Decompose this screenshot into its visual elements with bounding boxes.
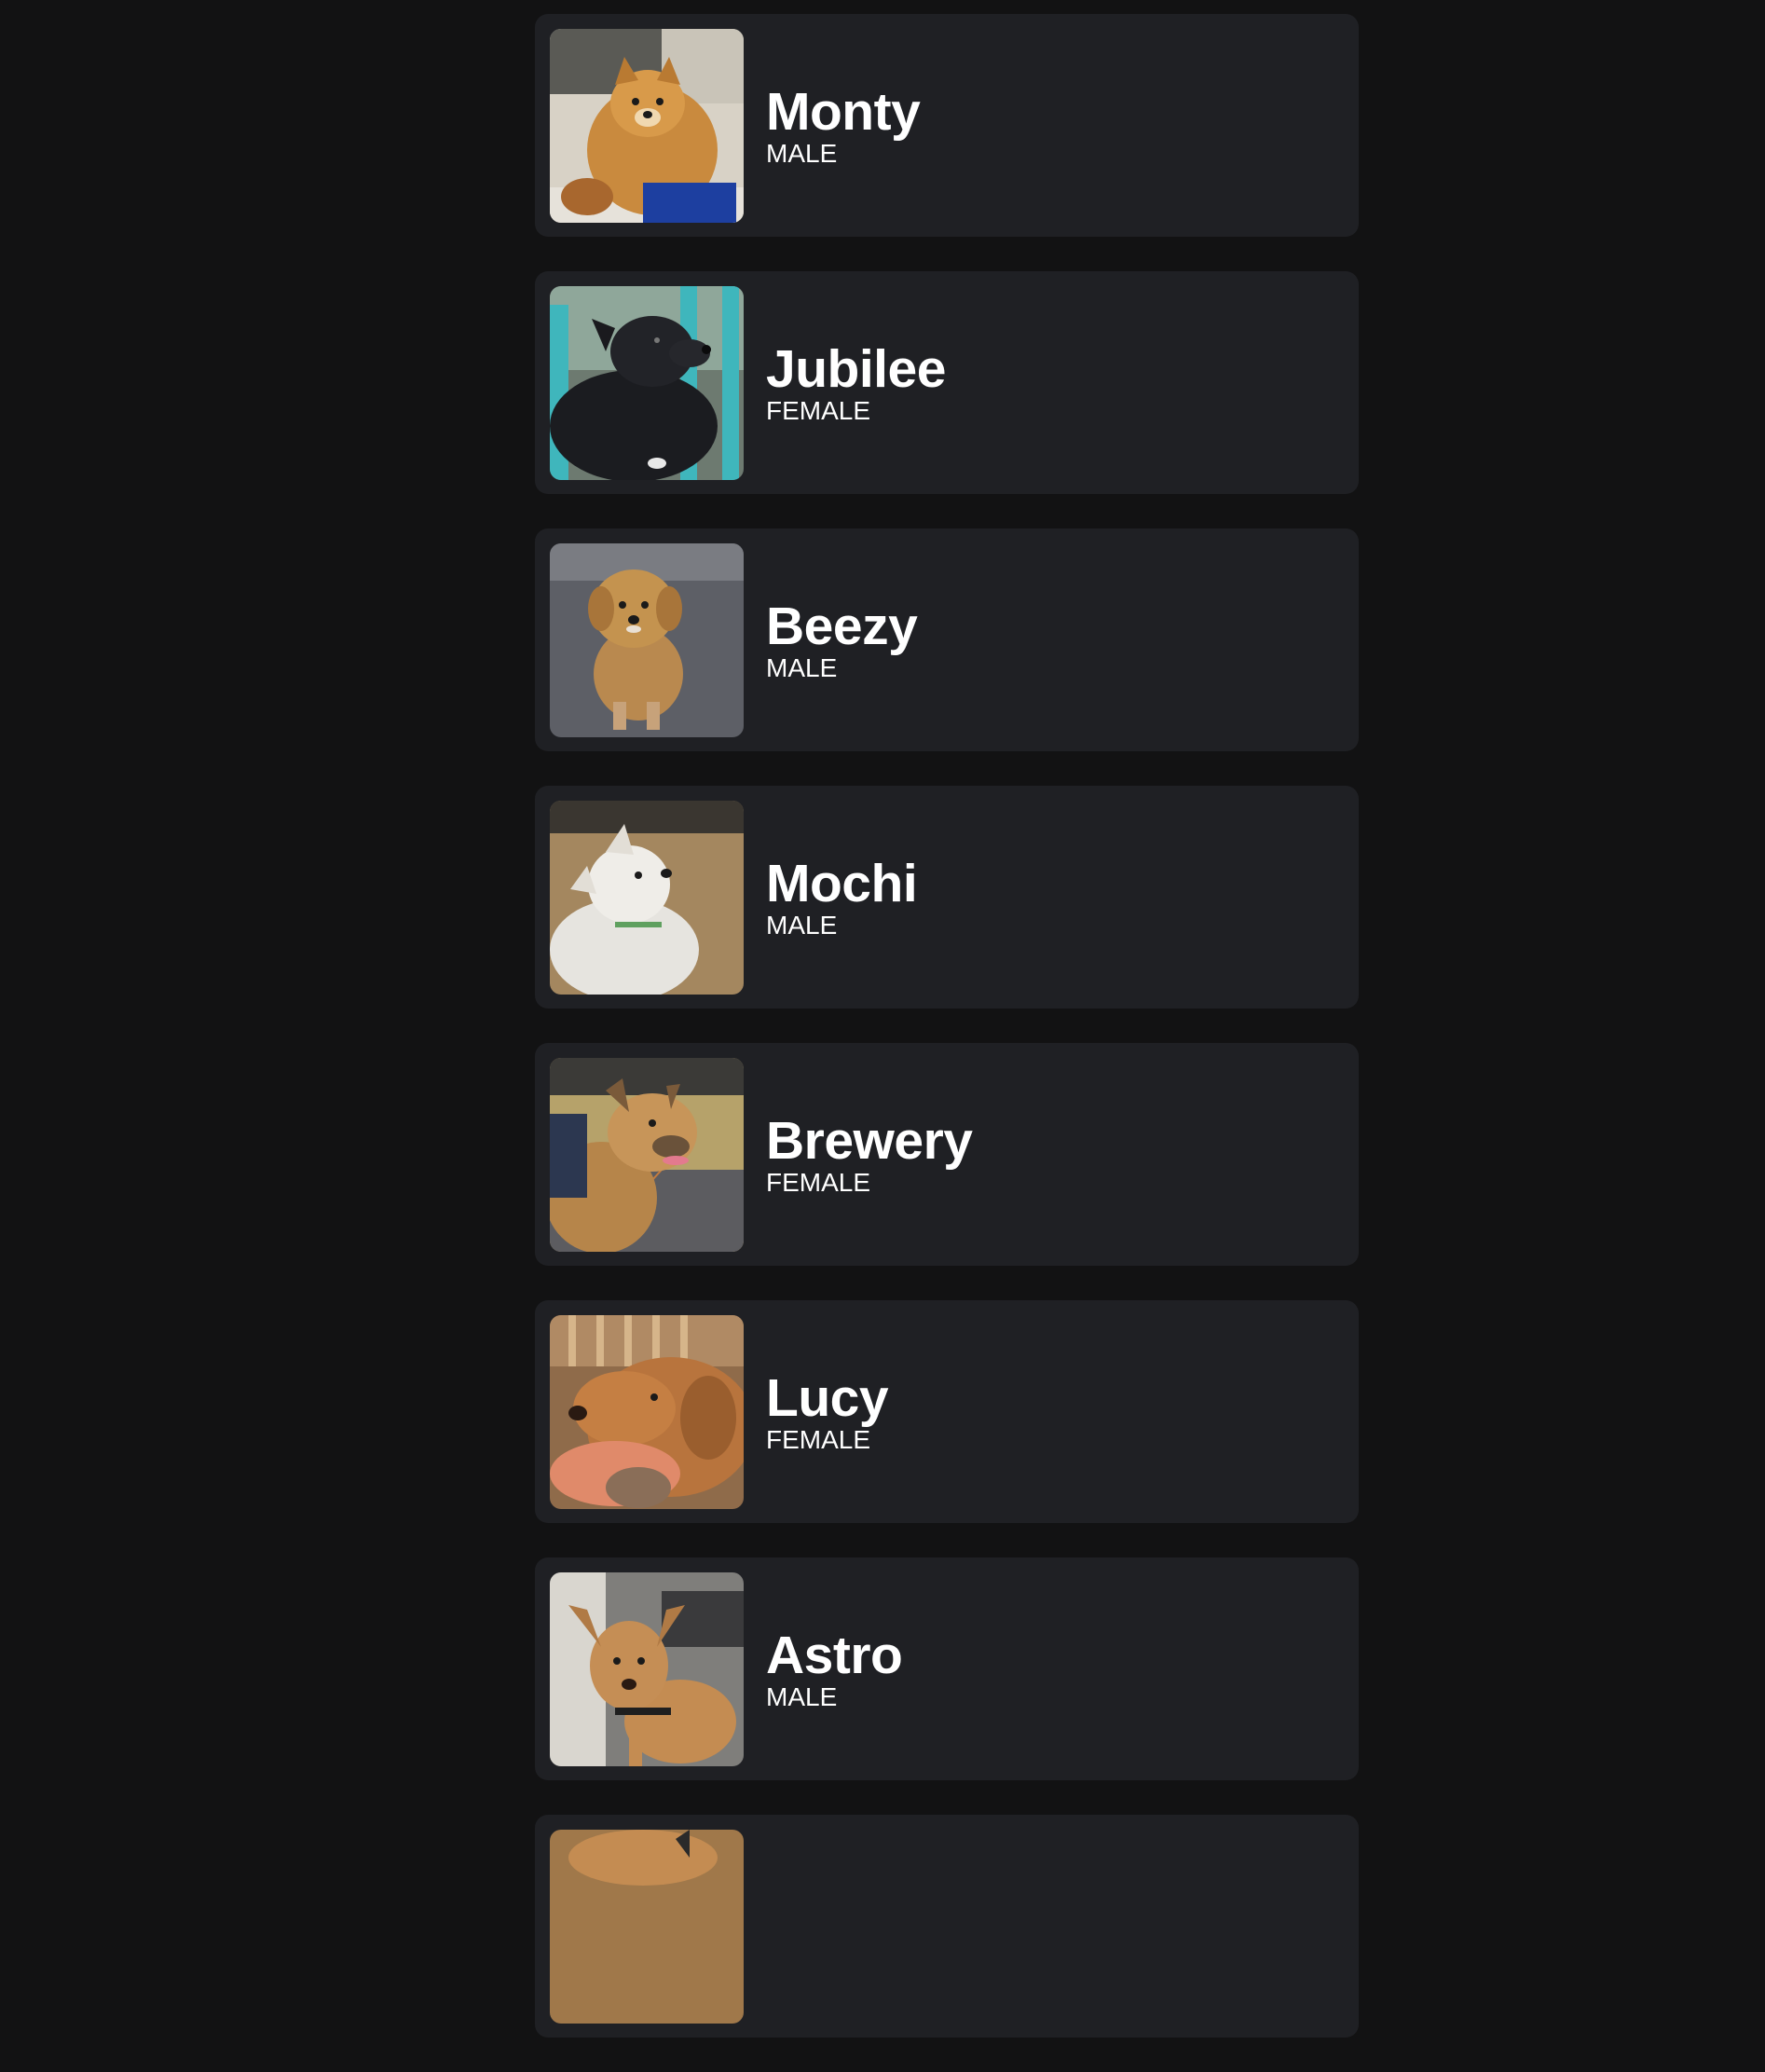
dog-photo xyxy=(550,1314,744,1509)
dog-gender: MALE xyxy=(766,652,838,682)
dog-photo xyxy=(550,1571,744,1766)
dog-info: Astro MALE xyxy=(766,1625,903,1712)
dog-photo xyxy=(550,542,744,737)
dog-gender: FEMALE xyxy=(766,1167,871,1197)
dog-name: Astro xyxy=(766,1625,903,1685)
dog-photo xyxy=(550,1830,744,2024)
dog-card[interactable]: Astro MALE xyxy=(535,1557,1359,1780)
dog-photo xyxy=(550,800,744,995)
dog-info: Lucy FEMALE xyxy=(766,1367,889,1455)
dog-info: Mochi MALE xyxy=(766,853,918,940)
dog-card[interactable]: Mochi MALE xyxy=(535,786,1359,1009)
dog-photo xyxy=(550,28,744,223)
dog-list: Monty MALE Jubilee FEMALE Beezy MALE Moc… xyxy=(535,14,1359,2072)
dog-name: Lucy xyxy=(766,1367,889,1428)
dog-name: Brewery xyxy=(766,1110,973,1171)
dog-info: Brewery FEMALE xyxy=(766,1110,973,1198)
dog-card[interactable]: Lucy FEMALE xyxy=(535,1300,1359,1523)
dog-info: Beezy MALE xyxy=(766,596,918,683)
dog-card[interactable]: Brewery FEMALE xyxy=(535,1043,1359,1266)
dog-photo xyxy=(550,1057,744,1252)
dog-card[interactable]: Beezy MALE xyxy=(535,528,1359,751)
dog-info: Monty MALE xyxy=(766,81,921,169)
dog-name: Jubilee xyxy=(766,338,946,399)
dog-gender: MALE xyxy=(766,138,838,168)
dog-name: Beezy xyxy=(766,596,918,656)
dog-name: Monty xyxy=(766,81,921,142)
dog-gender: FEMALE xyxy=(766,1424,871,1454)
dog-name: Mochi xyxy=(766,853,918,913)
dog-gender: MALE xyxy=(766,1681,838,1711)
dog-photo xyxy=(550,285,744,480)
dog-info: Jubilee FEMALE xyxy=(766,340,946,426)
dog-card[interactable]: Monty MALE xyxy=(535,14,1359,237)
dog-gender: MALE xyxy=(766,910,838,940)
dog-card[interactable]: Jubilee FEMALE xyxy=(535,271,1359,494)
dog-card[interactable] xyxy=(535,1815,1359,2038)
dog-gender: FEMALE xyxy=(766,395,871,425)
